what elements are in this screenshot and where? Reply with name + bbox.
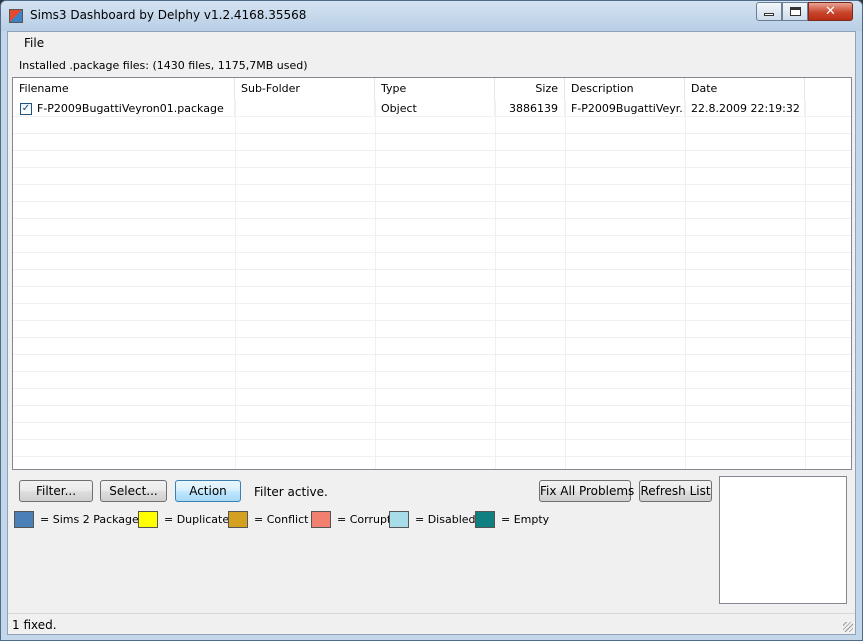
legend-swatch bbox=[389, 511, 409, 528]
installed-files-label: Installed .package files: (1430 files, 1… bbox=[19, 59, 308, 72]
empty-grid-row bbox=[13, 372, 851, 389]
maximize-button[interactable] bbox=[782, 2, 808, 21]
legend-swatch bbox=[475, 511, 495, 528]
app-icon bbox=[9, 9, 23, 23]
empty-grid-row bbox=[13, 338, 851, 355]
empty-grid-row bbox=[13, 168, 851, 185]
empty-grid-row bbox=[13, 321, 851, 338]
column-size[interactable]: Size bbox=[495, 78, 565, 100]
empty-grid-row bbox=[13, 219, 851, 236]
close-button[interactable]: ✕ bbox=[808, 2, 853, 21]
cell-description: F-P2009BugattiVeyr... bbox=[565, 100, 685, 117]
minimize-icon bbox=[764, 13, 774, 16]
table-row[interactable]: ✓ F-P2009BugattiVeyron01.package Object … bbox=[13, 100, 851, 117]
preview-box bbox=[719, 476, 847, 604]
empty-grid-row bbox=[13, 151, 851, 168]
minimize-button[interactable] bbox=[756, 2, 782, 21]
empty-grid-row bbox=[13, 304, 851, 321]
empty-grid-row bbox=[13, 355, 851, 372]
empty-grid-row bbox=[13, 287, 851, 304]
cell-size: 3886139 bbox=[495, 100, 565, 117]
column-filler bbox=[805, 78, 851, 100]
legend-label: = Conflict bbox=[254, 513, 309, 526]
legend-label: = Disabled bbox=[415, 513, 476, 526]
empty-grid-row bbox=[13, 236, 851, 253]
legend-label: = Corrupt bbox=[337, 513, 392, 526]
legend-label: = Duplicate bbox=[164, 513, 230, 526]
filter-button[interactable]: Filter... bbox=[19, 480, 93, 502]
column-type[interactable]: Type bbox=[375, 78, 495, 100]
status-text: 1 fixed. bbox=[12, 618, 57, 632]
row-checkbox[interactable]: ✓ bbox=[20, 103, 32, 115]
list-header: Filename Sub-Folder Type Size Descriptio… bbox=[13, 78, 851, 100]
legend-label: = Empty bbox=[501, 513, 550, 526]
column-date[interactable]: Date bbox=[685, 78, 805, 100]
client-area: File Installed .package files: (1430 fil… bbox=[7, 31, 856, 635]
cell-filename: ✓ F-P2009BugattiVeyron01.package bbox=[13, 100, 235, 117]
legend-swatch bbox=[228, 511, 248, 528]
maximize-icon bbox=[789, 7, 801, 16]
status-bar: 1 fixed. bbox=[8, 613, 855, 634]
cell-subfolder bbox=[235, 100, 375, 117]
refresh-list-button[interactable]: Refresh List bbox=[639, 480, 712, 502]
empty-grid-row bbox=[13, 457, 851, 469]
legend-label: = Sims 2 Package bbox=[40, 513, 139, 526]
cell-type: Object bbox=[375, 100, 495, 117]
fix-all-problems-button[interactable]: Fix All Problems bbox=[539, 480, 634, 502]
empty-grid-row bbox=[13, 389, 851, 406]
filter-status-text: Filter active. bbox=[254, 485, 328, 499]
empty-grid-row bbox=[13, 270, 851, 287]
action-button[interactable]: Action bbox=[175, 480, 241, 502]
menu-file[interactable]: File bbox=[18, 36, 50, 50]
column-subfolder[interactable]: Sub-Folder bbox=[235, 78, 375, 100]
title-bar[interactable]: Sims3 Dashboard by Delphy v1.2.4168.3556… bbox=[1, 1, 862, 31]
column-description[interactable]: Description bbox=[565, 78, 685, 100]
empty-grid-row bbox=[13, 406, 851, 423]
cell-date: 22.8.2009 22:19:32 bbox=[685, 100, 805, 117]
empty-grid-row bbox=[13, 440, 851, 457]
empty-grid-row bbox=[13, 423, 851, 440]
app-window: Sims3 Dashboard by Delphy v1.2.4168.3556… bbox=[0, 0, 863, 641]
legend-swatch bbox=[311, 511, 331, 528]
resize-grip-icon[interactable] bbox=[843, 622, 853, 632]
menu-bar: File bbox=[8, 32, 855, 54]
empty-grid-row bbox=[13, 202, 851, 219]
close-icon: ✕ bbox=[825, 4, 836, 19]
empty-grid-row bbox=[13, 185, 851, 202]
legend-swatch bbox=[14, 511, 34, 528]
empty-grid-row bbox=[13, 253, 851, 270]
legend-swatch bbox=[138, 511, 158, 528]
empty-grid-row bbox=[13, 117, 851, 134]
column-filename[interactable]: Filename bbox=[13, 78, 235, 100]
filename-text: F-P2009BugattiVeyron01.package bbox=[37, 102, 224, 115]
window-title: Sims3 Dashboard by Delphy v1.2.4168.3556… bbox=[30, 8, 307, 22]
select-button[interactable]: Select... bbox=[100, 480, 167, 502]
package-list[interactable]: Filename Sub-Folder Type Size Descriptio… bbox=[12, 77, 852, 470]
empty-grid-row bbox=[13, 134, 851, 151]
